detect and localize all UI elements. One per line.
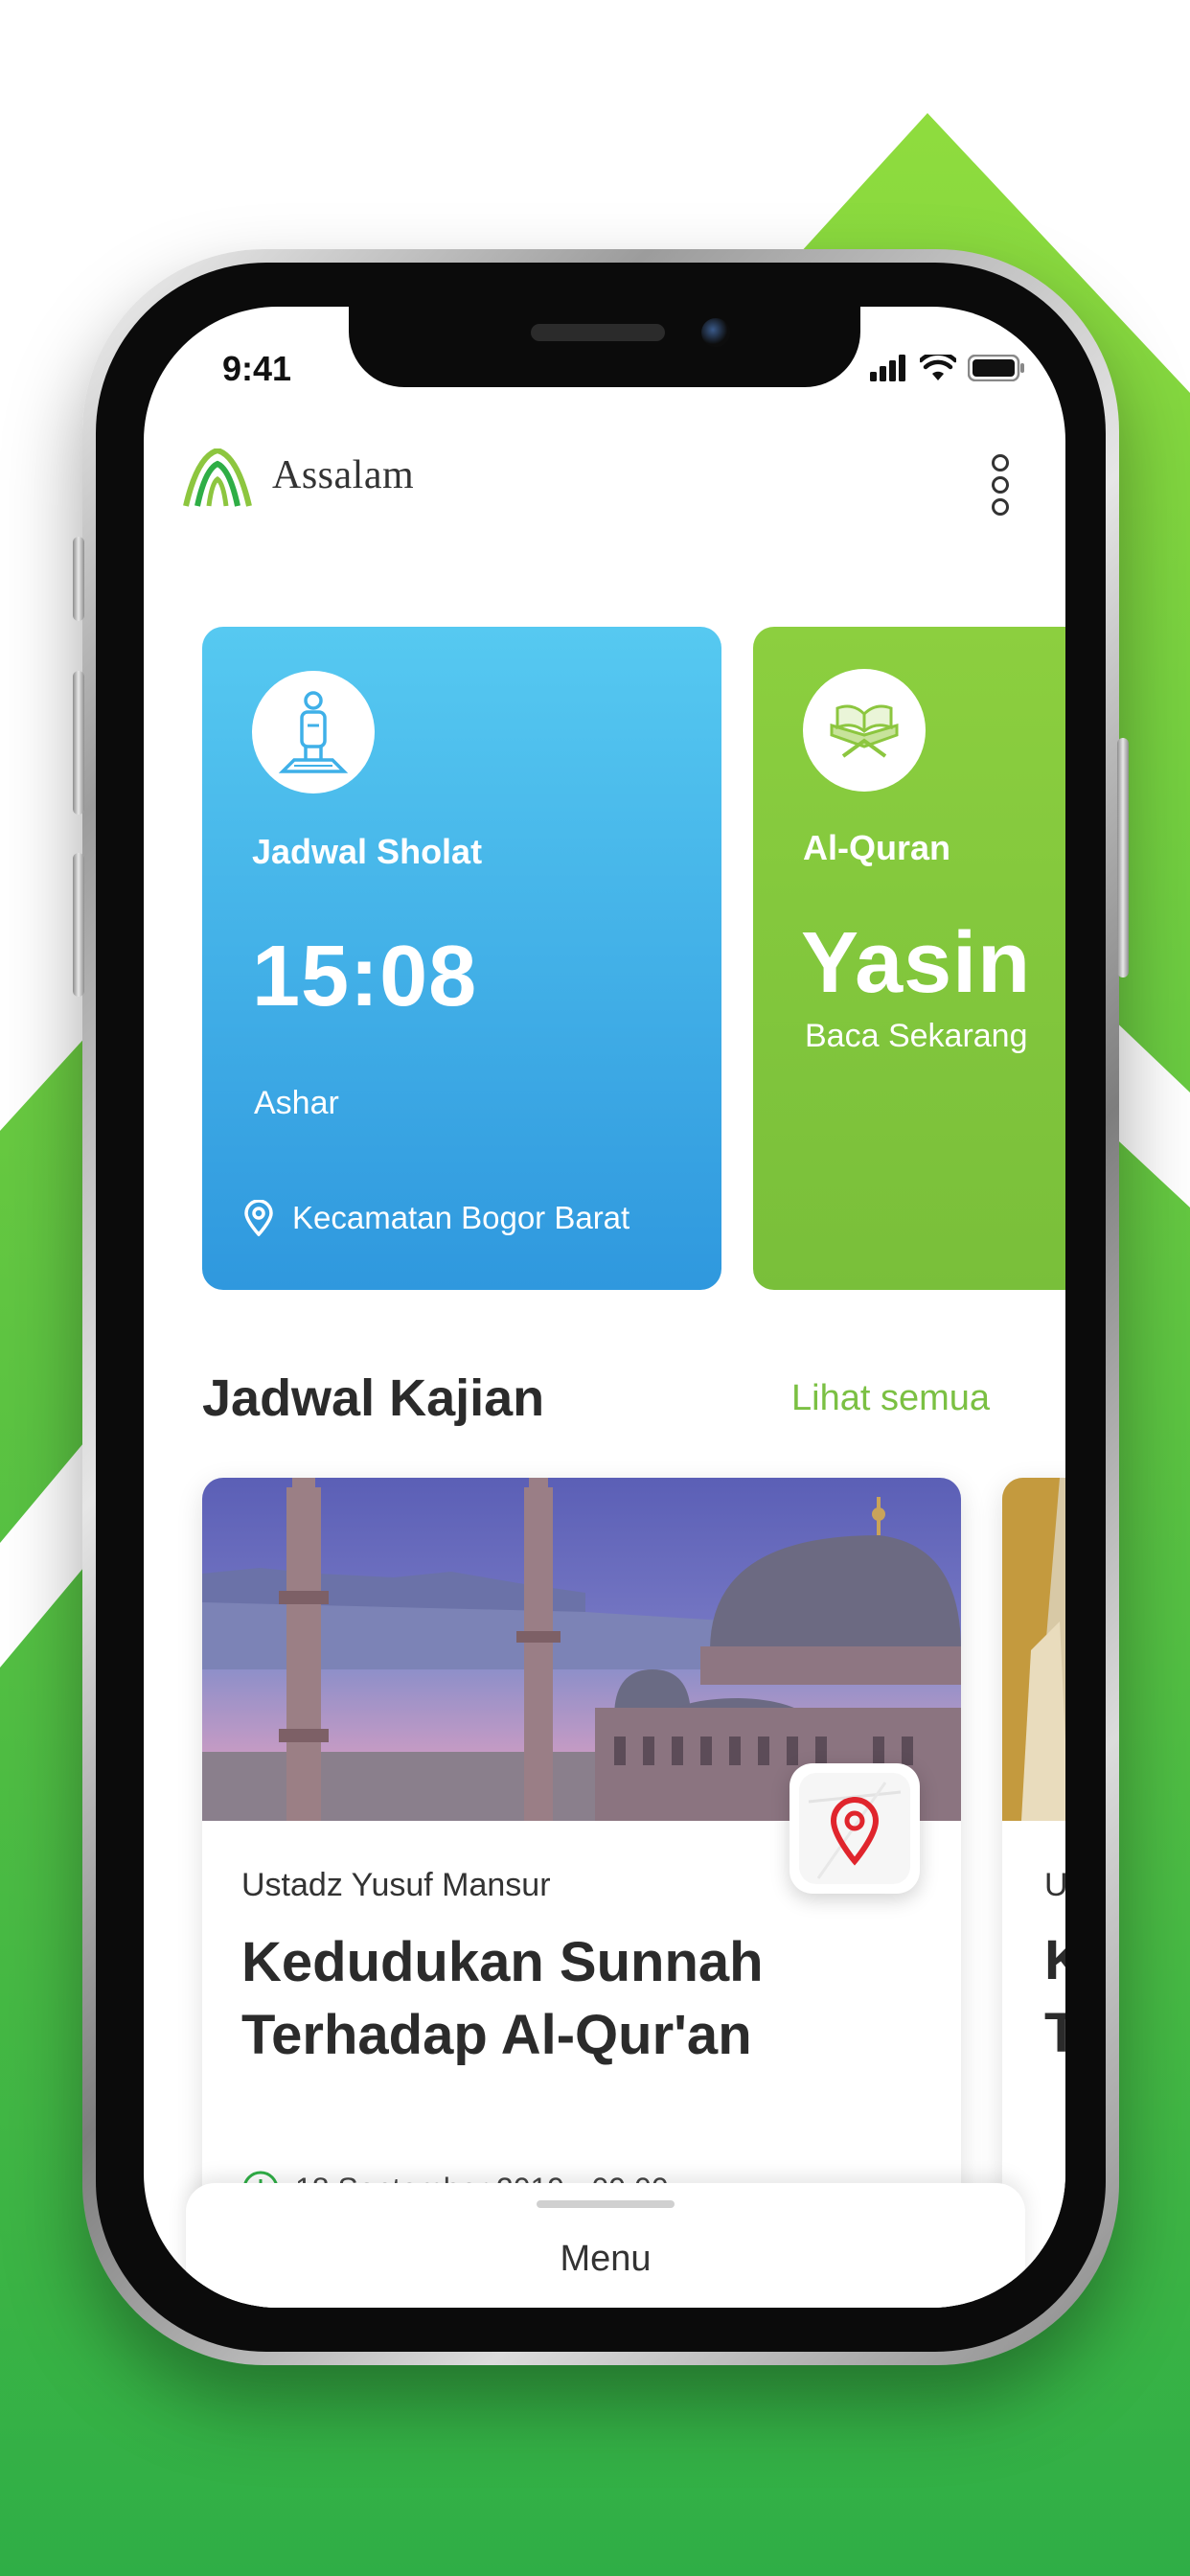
kajian-speaker: Ustadz Yusuf Mansur: [241, 1867, 551, 1903]
next-prayer-time: 15:08: [252, 929, 478, 1024]
quran-surah-name: Yasin: [801, 915, 1032, 1011]
quran-card-title: Al-Quran: [803, 828, 951, 867]
side-button-power: [1117, 738, 1129, 978]
prayer-person-icon: [278, 691, 349, 773]
signal-icon: [870, 355, 905, 381]
more-dot-icon: [992, 498, 1009, 516]
battery-icon: [968, 355, 1024, 381]
quran-read-now[interactable]: Baca Sekarang: [805, 1018, 1028, 1055]
quran-icon: [830, 704, 899, 758]
drag-handle[interactable]: [537, 2200, 675, 2208]
kajian-next-title-initial-2: T: [1044, 2002, 1065, 2064]
quran-card[interactable]: Al-Quran Yasin Baca Sekarang: [753, 627, 1065, 1290]
more-dot-icon: [992, 454, 1009, 472]
quran-icon-circle: [803, 669, 926, 792]
kajian-next-title-initial-1: K: [1044, 1929, 1065, 1991]
side-button-mute: [73, 537, 84, 621]
notch: [349, 307, 860, 387]
see-all-link[interactable]: Lihat semua: [791, 1378, 990, 1419]
kajian-title: Kedudukan Sunnah Terhadap Al-Qur'an: [241, 1931, 764, 2066]
prayer-schedule-card[interactable]: Jadwal Sholat 15:08 Ashar Kecamatan Bogo…: [202, 627, 721, 1290]
prayer-card-title: Jadwal Sholat: [252, 832, 483, 871]
prayer-icon-circle: [252, 671, 375, 794]
prayer-location: Kecamatan Bogor Barat: [242, 1200, 629, 1236]
kajian-next-image: [1002, 1478, 1065, 1821]
bottom-menu-sheet[interactable]: Menu: [186, 2183, 1025, 2308]
kajian-card-next[interactable]: U K T: [1002, 1478, 1065, 2308]
front-camera: [701, 318, 730, 347]
map-pin-icon: [799, 1773, 910, 1884]
kajian-next-speaker-initial: U: [1044, 1867, 1065, 1903]
next-prayer-name: Ashar: [254, 1085, 339, 1121]
menu-label: Menu: [560, 2239, 652, 2279]
status-icons: [870, 355, 1025, 381]
prayer-location-text: Kecamatan Bogor Barat: [292, 1200, 630, 1235]
kajian-section-title: Jadwal Kajian: [202, 1369, 545, 1427]
wifi-icon: [920, 355, 956, 380]
more-options-button[interactable]: [989, 454, 1012, 516]
location-pin-icon: [244, 1200, 273, 1236]
screen: 9:41 Assalam Jadwal Sholat 15:08 Ashar K…: [144, 307, 1065, 2308]
assalam-logo-icon: [183, 448, 252, 507]
more-dot-icon: [992, 476, 1009, 494]
status-time: 9:41: [222, 349, 292, 388]
side-button-volume-down: [73, 853, 84, 997]
map-location-button[interactable]: [790, 1763, 920, 1894]
app-title: Assalam: [272, 453, 415, 497]
earpiece: [531, 324, 665, 341]
side-button-volume-up: [73, 671, 84, 815]
